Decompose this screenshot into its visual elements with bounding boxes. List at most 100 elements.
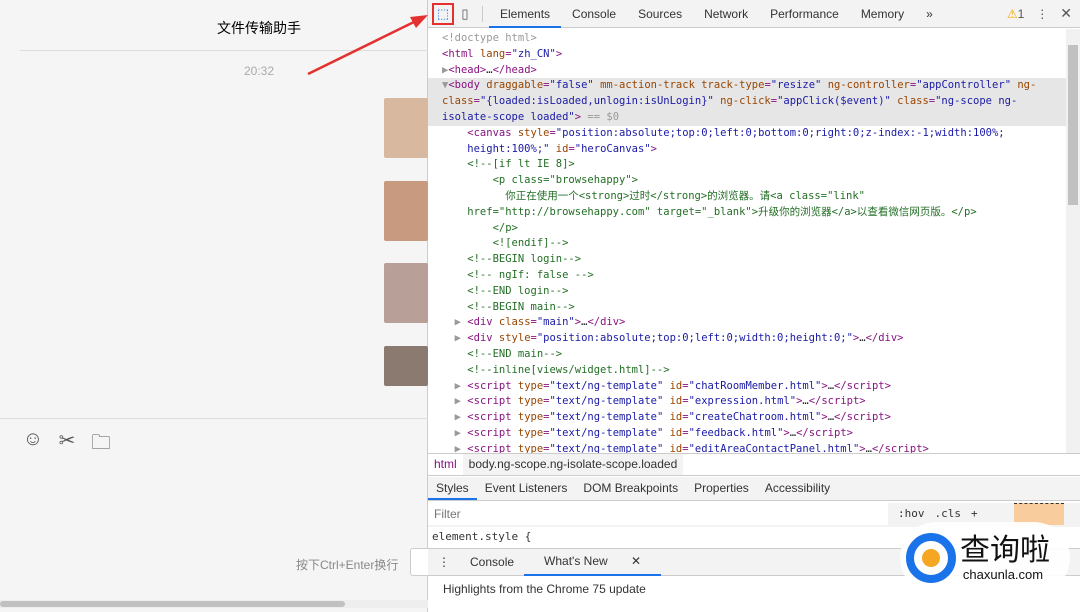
dom-tree-line[interactable]: <!-- ngIf: false --> <box>428 268 1066 284</box>
dom-tree-line[interactable]: ▶ <script type="text/ng-template" id="ex… <box>428 394 1066 410</box>
dom-tree-line[interactable]: class="{loaded:isLoaded,unlogin:isUnLogi… <box>428 94 1066 110</box>
dom-tree-line[interactable]: ▶ <script type="text/ng-template" id="ch… <box>428 379 1066 395</box>
dom-tree-line[interactable]: <html lang="zh_CN"> <box>428 47 1066 63</box>
element-style-rule[interactable]: element.style { <box>432 530 531 543</box>
tab-properties[interactable]: Properties <box>686 477 757 500</box>
breadcrumb-html[interactable]: html <box>428 454 463 475</box>
message-image[interactable] <box>384 98 428 158</box>
code-token: </head> <box>492 63 537 76</box>
drawer-tab-console[interactable]: Console <box>460 549 524 575</box>
divider <box>482 5 483 22</box>
tab-memory[interactable]: Memory <box>850 0 915 28</box>
dom-tree-line[interactable]: ▶<head>…</head> <box>428 63 1066 79</box>
devtools-panel: ⬚ ▯ Elements Console Sources Network Per… <box>428 0 1080 612</box>
code-token: id <box>669 379 683 392</box>
close-icon[interactable]: ✕ <box>621 554 651 568</box>
code-token: == $0 <box>581 110 620 123</box>
tab-styles[interactable]: Styles <box>428 477 477 500</box>
dom-tree-line[interactable]: ▶ <div class="main">…</div> <box>428 315 1066 331</box>
watermark-logo: 查询啦 chaxunla.com <box>900 522 1070 594</box>
code-token: "resize" <box>770 79 828 92</box>
breadcrumb-body[interactable]: body.ng-scope.ng-isolate-scope.loaded <box>462 454 684 475</box>
dom-tree-line[interactable]: ▶ <script type="text/ng-template" id="ed… <box>428 442 1066 453</box>
scissors-icon[interactable]: ✂ <box>56 428 78 462</box>
code-token: id <box>669 411 683 424</box>
dom-tree-line[interactable]: <!doctype html> <box>428 31 1066 47</box>
devtools-toolbar: ⬚ ▯ Elements Console Sources Network Per… <box>428 0 1080 28</box>
code-token: <!--BEGIN login--> <box>442 253 582 266</box>
message-image[interactable] <box>384 346 428 386</box>
message-image[interactable] <box>384 263 428 323</box>
code-token: 你正在使用一个<strong>过时</strong>的浏览器。请<a class… <box>442 189 866 202</box>
code-token: "main" <box>536 316 575 329</box>
dom-tree-line[interactable]: 你正在使用一个<strong>过时</strong>的浏览器。请<a class… <box>428 189 1066 205</box>
dom-tree-line[interactable]: <canvas style="position:absolute;top:0;l… <box>428 126 1066 142</box>
cls-button[interactable]: .cls <box>935 507 962 520</box>
code-token: <!-- ngIf: false --> <box>442 268 594 281</box>
emoji-icon[interactable]: ☺ <box>22 428 44 462</box>
dom-tree-line[interactable]: <!--[if lt IE 8]> <box>428 157 1066 173</box>
code-token: ng-controller <box>827 79 910 92</box>
code-token: <!--END main--> <box>442 347 563 360</box>
hov-button[interactable]: :hov <box>898 507 925 520</box>
code-token: "{loaded:isLoaded,unlogin:isUnLogin}" <box>479 95 721 108</box>
code-token: style <box>517 126 550 139</box>
dom-tree-line[interactable]: ▼<body draggable="false" mm-action-track… <box>428 78 1066 95</box>
code-token: "text/ng-template" <box>549 426 670 439</box>
code-token: <script <box>467 426 518 439</box>
new-rule-button[interactable]: + <box>971 507 978 520</box>
drawer-tab-whats-new[interactable]: What's New ✕ <box>524 548 662 576</box>
code-token: ▶ <box>442 316 468 329</box>
code-token: <!doctype html> <box>442 32 537 44</box>
code-token: > <box>650 142 657 155</box>
code-token: id <box>669 395 683 408</box>
dom-tree-line[interactable]: </p> <box>428 221 1066 237</box>
warnings-button[interactable]: ⚠1 <box>1007 7 1024 21</box>
dom-tree-line[interactable]: ▶ <script type="text/ng-template" id="fe… <box>428 426 1066 442</box>
tab-performance[interactable]: Performance <box>759 0 850 28</box>
styles-filter-input[interactable] <box>428 503 888 525</box>
dom-tree-line[interactable]: <!--BEGIN main--> <box>428 300 1066 316</box>
drawer-menu-icon[interactable]: ⋮ <box>428 549 460 575</box>
code-token: <html <box>442 47 480 60</box>
tab-dom-breakpoints[interactable]: DOM Breakpoints <box>575 477 686 500</box>
dom-tree[interactable]: <!doctype html> <html lang="zh_CN"> ▶<head… <box>428 29 1066 453</box>
logo-icon <box>906 533 956 583</box>
tab-network[interactable]: Network <box>693 0 759 28</box>
code-token: </script> <box>871 442 929 453</box>
code-token: ▶ <box>442 332 468 345</box>
dom-tree-line[interactable]: <!--BEGIN login--> <box>428 252 1066 268</box>
code-token: <div <box>467 332 499 345</box>
tab-event-listeners[interactable]: Event Listeners <box>477 477 576 500</box>
dom-tree-line[interactable]: ▶ <script type="text/ng-template" id="cr… <box>428 410 1066 426</box>
vertical-scrollbar[interactable] <box>1066 29 1080 453</box>
code-token: <body <box>448 79 487 92</box>
more-tabs-icon[interactable]: » <box>915 0 944 28</box>
code-token: type <box>517 442 544 453</box>
dom-tree-line[interactable]: height:100%;" id="heroCanvas"> <box>428 142 1066 158</box>
dom-tree-line[interactable]: href="http://browsehappy.com" target="_b… <box>428 205 1066 221</box>
dom-tree-line[interactable]: isolate-scope loaded"> == $0 <box>428 109 1066 126</box>
code-token: <head> <box>448 63 487 76</box>
dom-tree-line[interactable]: <!--END main--> <box>428 347 1066 363</box>
tab-console[interactable]: Console <box>561 0 627 28</box>
dom-tree-line[interactable]: <!--END login--> <box>428 284 1066 300</box>
folder-icon[interactable]: 🗀 <box>90 428 112 462</box>
horizontal-scrollbar[interactable] <box>0 600 428 608</box>
inspect-element-icon[interactable]: ⬚ <box>432 2 454 25</box>
code-token: ng-click <box>720 95 771 108</box>
tab-elements[interactable]: Elements <box>489 0 562 28</box>
style-toggles: :hov .cls + <box>898 507 978 520</box>
code-token: type <box>517 379 544 392</box>
dom-tree-line[interactable]: ▶ <div style="position:absolute;top:0;le… <box>428 331 1066 347</box>
device-toggle-icon[interactable]: ▯ <box>454 3 476 25</box>
tab-sources[interactable]: Sources <box>627 0 693 28</box>
close-icon[interactable]: ✕ <box>1060 5 1072 22</box>
code-token: ▶ <box>442 379 468 392</box>
more-options-icon[interactable]: ⋮ <box>1036 7 1048 21</box>
message-image[interactable] <box>384 181 428 241</box>
dom-tree-line[interactable]: <p class="browsehappy"> <box>428 173 1066 189</box>
dom-tree-line[interactable]: <![endif]--> <box>428 236 1066 252</box>
tab-accessibility[interactable]: Accessibility <box>757 477 838 500</box>
dom-tree-line[interactable]: <!--inline[views/widget.html]--> <box>428 363 1066 379</box>
